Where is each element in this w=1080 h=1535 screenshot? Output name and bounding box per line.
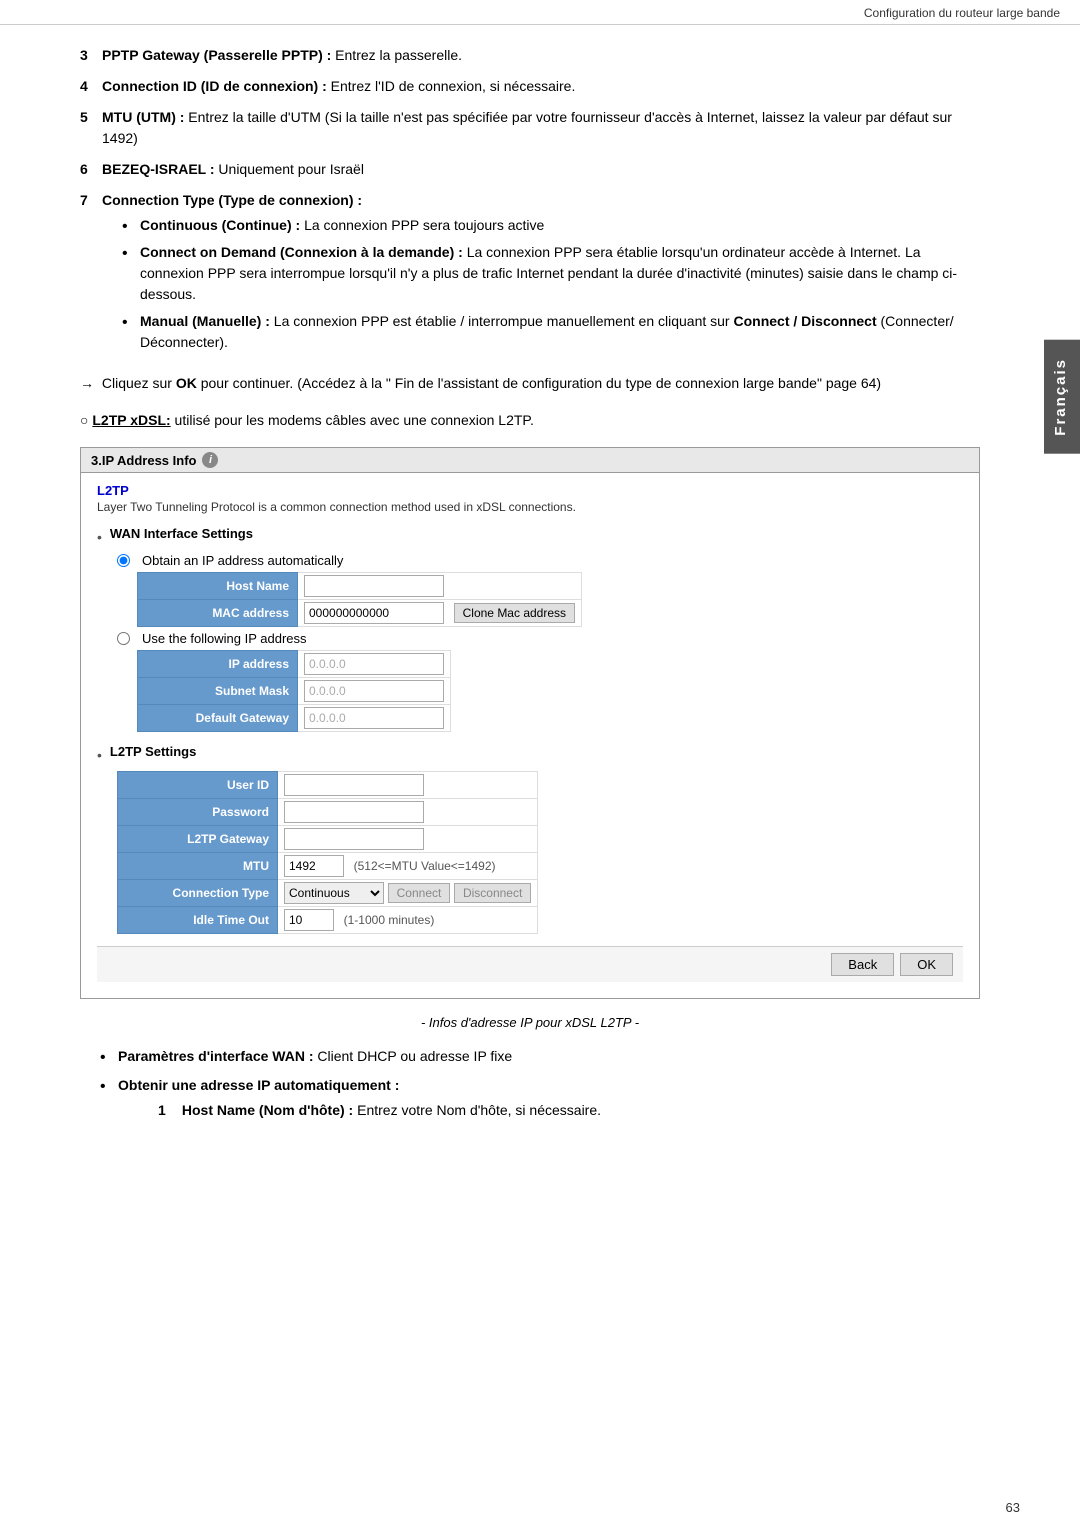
subnet-mask-input[interactable] (304, 680, 444, 702)
mac-address-label: MAC address (138, 600, 298, 627)
mtu-hint: (512<=MTU Value<=1492) (354, 859, 496, 873)
mtu-input[interactable] (284, 855, 344, 877)
idle-timeout-label: Idle Time Out (118, 907, 278, 934)
panel-header-title: 3.IP Address Info (91, 453, 196, 468)
host-name-input[interactable] (304, 575, 444, 597)
panel-footer: Back OK (97, 946, 963, 982)
l2tp-gateway-input[interactable] (284, 828, 424, 850)
radio-manual-label: Use the following IP address (142, 631, 307, 646)
l2tp-intro: ○ L2TP xDSL: utilisé pour les modems câb… (80, 410, 980, 431)
mac-address-input[interactable] (304, 602, 444, 624)
protocol-label: L2TP (97, 483, 963, 498)
item-5: 5 MTU (UTM) : Entrez la taille d'UTM (Si… (80, 107, 980, 149)
l2tp-gateway-label: L2TP Gateway (118, 826, 278, 853)
ip-address-row: IP address (138, 651, 451, 678)
sub-numbered-list: 1 Host Name (Nom d'hôte) : Entrez votre … (158, 1100, 980, 1121)
default-gateway-row: Default Gateway (138, 705, 451, 732)
bullet-manual: Manual (Manuelle) : La connexion PPP est… (122, 311, 980, 353)
idle-timeout-row: Idle Time Out (1-1000 minutes) (118, 907, 538, 934)
password-label: Password (118, 799, 278, 826)
user-id-label: User ID (118, 772, 278, 799)
bottom-bullet-list: Paramètres d'interface WAN : Client DHCP… (100, 1046, 980, 1121)
caption: - Infos d'adresse IP pour xDSL L2TP - (80, 1015, 980, 1030)
idle-timeout-hint: (1-1000 minutes) (344, 913, 435, 927)
radio-auto[interactable] (117, 554, 130, 567)
item-4: 4 Connection ID (ID de connexion) : Entr… (80, 76, 980, 97)
item-6: 6 BEZEQ-ISRAEL : Uniquement pour Israël (80, 159, 980, 180)
mac-address-row: MAC address Clone Mac address (138, 600, 582, 627)
password-input[interactable] (284, 801, 424, 823)
bullet-connect-on-demand: Connect on Demand (Connexion à la demand… (122, 242, 980, 305)
user-id-input[interactable] (284, 774, 424, 796)
l2tp-settings-title: L2TP Settings (110, 744, 196, 759)
connection-type-select[interactable]: Continuous Connect on Demand Manual (284, 882, 384, 904)
default-gateway-label: Default Gateway (138, 705, 298, 732)
help-icon[interactable]: i (202, 452, 218, 468)
ok-button[interactable]: OK (900, 953, 953, 976)
wan-interface-settings: • WAN Interface Settings Obtain an IP ad… (97, 526, 963, 732)
clone-mac-button[interactable]: Clone Mac address (454, 603, 575, 623)
l2tp-gateway-row: L2TP Gateway (118, 826, 538, 853)
disconnect-button[interactable]: Disconnect (454, 883, 531, 903)
wan-settings-title: WAN Interface Settings (110, 526, 253, 541)
mtu-row: MTU (512<=MTU Value<=1492) (118, 853, 538, 880)
back-button[interactable]: Back (831, 953, 894, 976)
subnet-mask-label: Subnet Mask (138, 678, 298, 705)
obtain-ip-bullet: Obtenir une adresse IP automatiquement :… (100, 1075, 980, 1121)
connect-button[interactable]: Connect (388, 883, 451, 903)
wan-interface-bullet: Paramètres d'interface WAN : Client DHCP… (100, 1046, 980, 1067)
panel-body: L2TP Layer Two Tunneling Protocol is a c… (81, 473, 979, 998)
language-tab: Français (1044, 340, 1080, 454)
radio-manual[interactable] (117, 632, 130, 645)
l2tp-settings: • L2TP Settings User ID Password (97, 744, 963, 934)
l2tp-fields-table: User ID Password L2TP Gateway (117, 771, 538, 934)
radio-manual-row: Use the following IP address (117, 631, 963, 646)
item-7: 7 Connection Type (Type de connexion) : … (80, 190, 980, 359)
manual-fields-table: IP address Subnet Mask Default Gateway (137, 650, 451, 732)
subnet-mask-row: Subnet Mask (138, 678, 451, 705)
connection-type-row: Connection Type Continuous Connect on De… (118, 880, 538, 907)
arrow-note: Cliquez sur OK pour continuer. (Accédez … (80, 373, 980, 394)
default-gateway-input[interactable] (304, 707, 444, 729)
host-name-label: Host Name (138, 573, 298, 600)
host-name-row: Host Name (138, 573, 582, 600)
idle-timeout-input[interactable] (284, 909, 334, 931)
radio-auto-row: Obtain an IP address automatically (117, 553, 963, 568)
main-content: 3 PPTP Gateway (Passerelle PPTP) : Entre… (0, 25, 1040, 1149)
auto-fields-table: Host Name MAC address Clone Mac address (137, 572, 582, 627)
header-title: Configuration du routeur large bande (864, 6, 1060, 20)
ip-address-panel: 3.IP Address Info i L2TP Layer Two Tunne… (80, 447, 980, 999)
connection-type-label: Connection Type (118, 880, 278, 907)
radio-auto-label: Obtain an IP address automatically (142, 553, 343, 568)
password-row: Password (118, 799, 538, 826)
bullet-continuous: Continuous (Continue) : La connexion PPP… (122, 215, 980, 236)
item-3: 3 PPTP Gateway (Passerelle PPTP) : Entre… (80, 45, 980, 66)
panel-header: 3.IP Address Info i (81, 448, 979, 473)
protocol-description: Layer Two Tunneling Protocol is a common… (97, 500, 963, 514)
ip-address-input[interactable] (304, 653, 444, 675)
bottom-section: Paramètres d'interface WAN : Client DHCP… (80, 1046, 980, 1121)
bullet-list-7: Continuous (Continue) : La connexion PPP… (122, 215, 980, 353)
page-number: 63 (1006, 1500, 1020, 1515)
mtu-label: MTU (118, 853, 278, 880)
user-id-row: User ID (118, 772, 538, 799)
page-header: Configuration du routeur large bande (0, 0, 1080, 25)
ip-address-label: IP address (138, 651, 298, 678)
